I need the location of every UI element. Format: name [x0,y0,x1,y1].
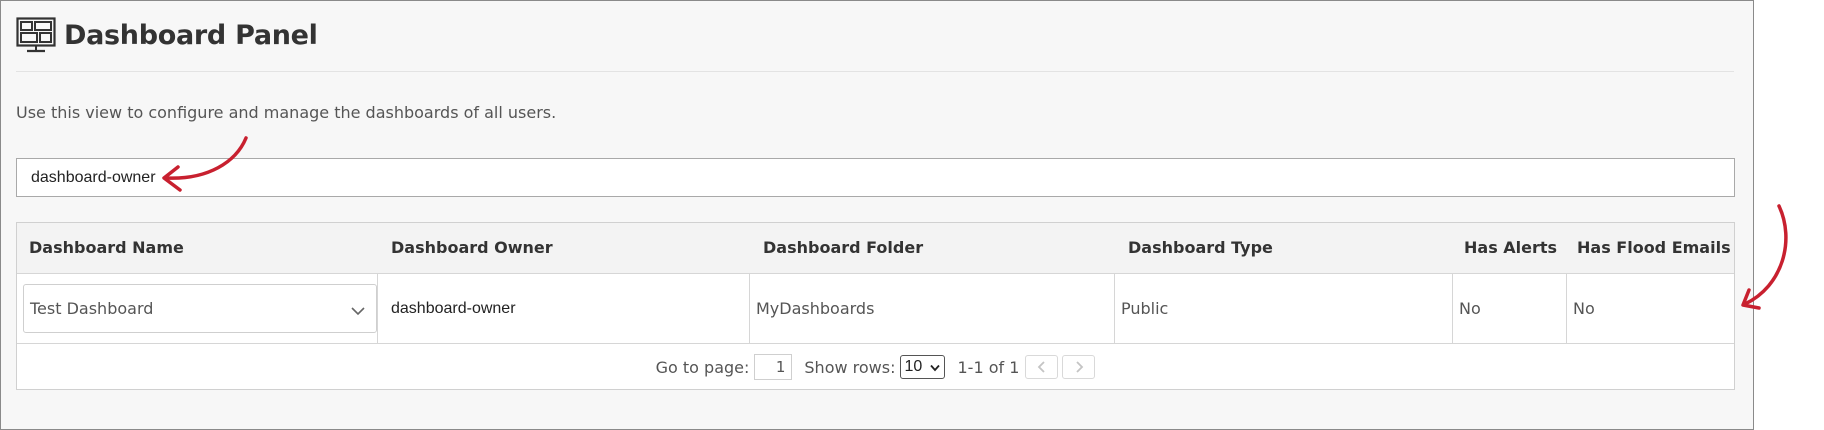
go-to-page-label: Go to page: [655,357,750,377]
has-flood-emails-cell: No [1566,274,1734,343]
column-header-dashboard-name[interactable]: Dashboard Name [29,223,184,273]
page-title: Dashboard Panel [64,19,318,51]
dashboard-owner-cell: dashboard-owner [377,274,749,343]
column-header-dashboard-folder[interactable]: Dashboard Folder [763,223,923,273]
has-alerts-cell: No [1452,274,1566,343]
pagination-range: 1-1 of 1 [957,357,1020,377]
previous-page-button[interactable] [1025,355,1059,379]
page-header: Dashboard Panel [16,15,318,55]
dashboard-grid-icon [16,17,56,53]
filter-input[interactable] [16,158,1735,197]
annotation-arrow-icon [162,136,248,192]
chevron-down-icon [930,364,941,372]
dashboards-table: Dashboard Name Dashboard Owner Dashboard… [16,222,1735,390]
dashboard-name-select[interactable]: Test Dashboard [23,284,377,333]
rows-per-page-value: 10 [904,358,923,375]
column-header-has-alerts[interactable]: Has Alerts [1464,223,1557,273]
annotation-arrow-icon [1741,204,1788,310]
pagination-bar: Go to page: Show rows: 10 1-1 of 1 [17,344,1734,390]
dashboard-panel: Dashboard Panel Use this view to configu… [0,0,1754,430]
page-number-input[interactable] [754,354,793,380]
dashboard-name-cell: Test Dashboard [17,274,377,343]
page-description: Use this view to configure and manage th… [16,103,557,122]
rows-per-page-select[interactable]: 10 [900,355,946,379]
next-page-button[interactable] [1062,355,1096,379]
dashboard-folder-cell: MyDashboards [749,274,1114,343]
chevron-down-icon [350,302,366,321]
table-row: Test Dashboard dashboard-owner MyDashboa… [17,274,1734,344]
dashboard-type-cell: Public [1114,274,1452,343]
chevron-right-icon [1076,361,1084,373]
chevron-left-icon [1037,361,1045,373]
column-header-dashboard-type[interactable]: Dashboard Type [1128,223,1273,273]
table-header: Dashboard Name Dashboard Owner Dashboard… [17,223,1734,274]
column-header-has-flood-emails[interactable]: Has Flood Emails [1577,223,1731,273]
dashboard-name-value: Test Dashboard [30,299,154,318]
column-header-dashboard-owner[interactable]: Dashboard Owner [391,223,553,273]
show-rows-label: Show rows: [804,357,896,377]
header-divider [16,71,1734,72]
